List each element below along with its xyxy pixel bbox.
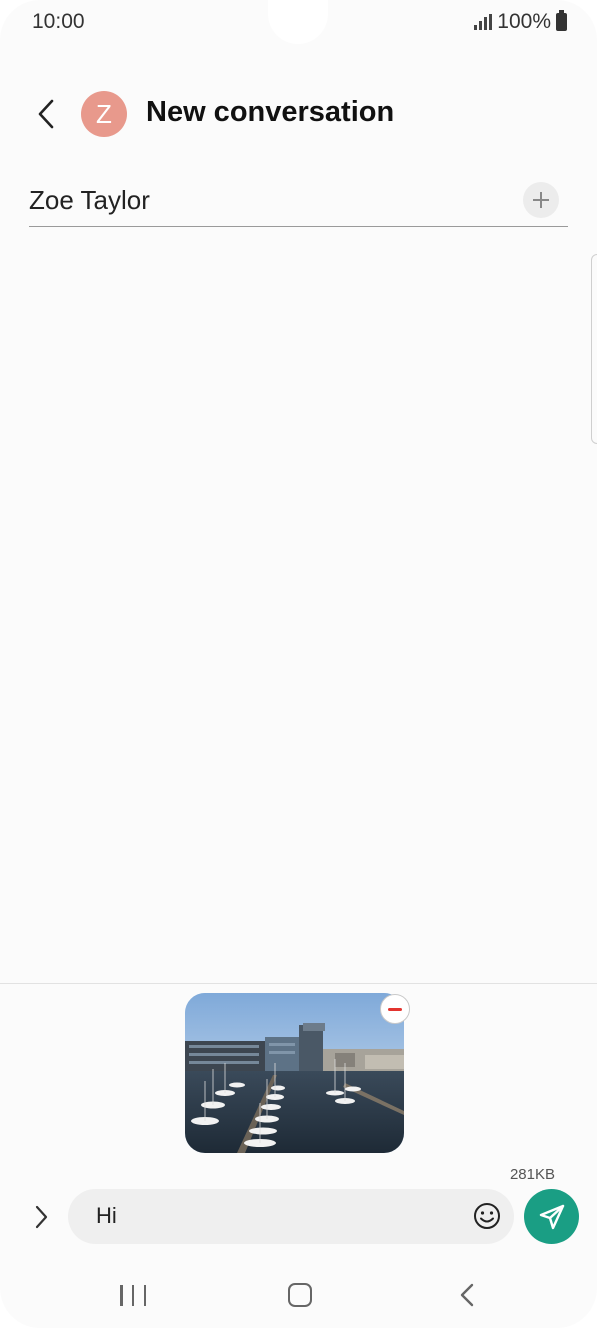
back-icon <box>460 1283 474 1307</box>
screen: 10:00 100% Z New conversation Zoe Taylor <box>0 0 597 1328</box>
battery-percentage: 100% <box>497 10 551 33</box>
smiley-icon <box>474 1203 500 1229</box>
minus-icon <box>388 1007 402 1011</box>
message-text[interactable]: Hi <box>96 1203 117 1229</box>
divider <box>0 983 597 984</box>
recipient-field[interactable]: Zoe Taylor <box>29 178 568 227</box>
expand-button[interactable] <box>26 1199 56 1235</box>
header: Z New conversation <box>0 80 597 148</box>
battery-icon <box>556 10 567 31</box>
chevron-left-icon <box>38 99 54 129</box>
status-right: 100% <box>474 10 567 34</box>
plus-icon <box>533 192 549 208</box>
attachment-image[interactable] <box>185 993 404 1153</box>
status-time: 10:00 <box>32 10 85 33</box>
camera-notch <box>268 0 328 44</box>
harbour-photo <box>185 993 404 1153</box>
send-button[interactable] <box>524 1189 579 1244</box>
recipient-name[interactable]: Zoe Taylor <box>29 185 150 216</box>
message-input[interactable]: Hi <box>68 1189 514 1244</box>
add-recipient-button[interactable] <box>523 182 559 218</box>
back-button[interactable] <box>28 94 64 134</box>
signal-icon <box>474 14 493 30</box>
navigation-bar <box>0 1270 597 1322</box>
remove-attachment-button[interactable] <box>380 994 410 1024</box>
emoji-button[interactable] <box>472 1201 502 1231</box>
chevron-right-icon <box>35 1205 48 1229</box>
edge-panel-handle[interactable] <box>591 254 597 444</box>
home-button[interactable] <box>288 1283 312 1307</box>
page-title: New conversation <box>146 96 395 128</box>
nav-back-button[interactable] <box>455 1282 479 1308</box>
paper-plane-icon <box>539 1204 564 1229</box>
attachment-size: 281KB <box>509 1166 555 1183</box>
status-bar: 10:00 100% <box>0 0 597 46</box>
recent-apps-button[interactable] <box>120 1282 146 1308</box>
avatar[interactable]: Z <box>81 91 127 137</box>
